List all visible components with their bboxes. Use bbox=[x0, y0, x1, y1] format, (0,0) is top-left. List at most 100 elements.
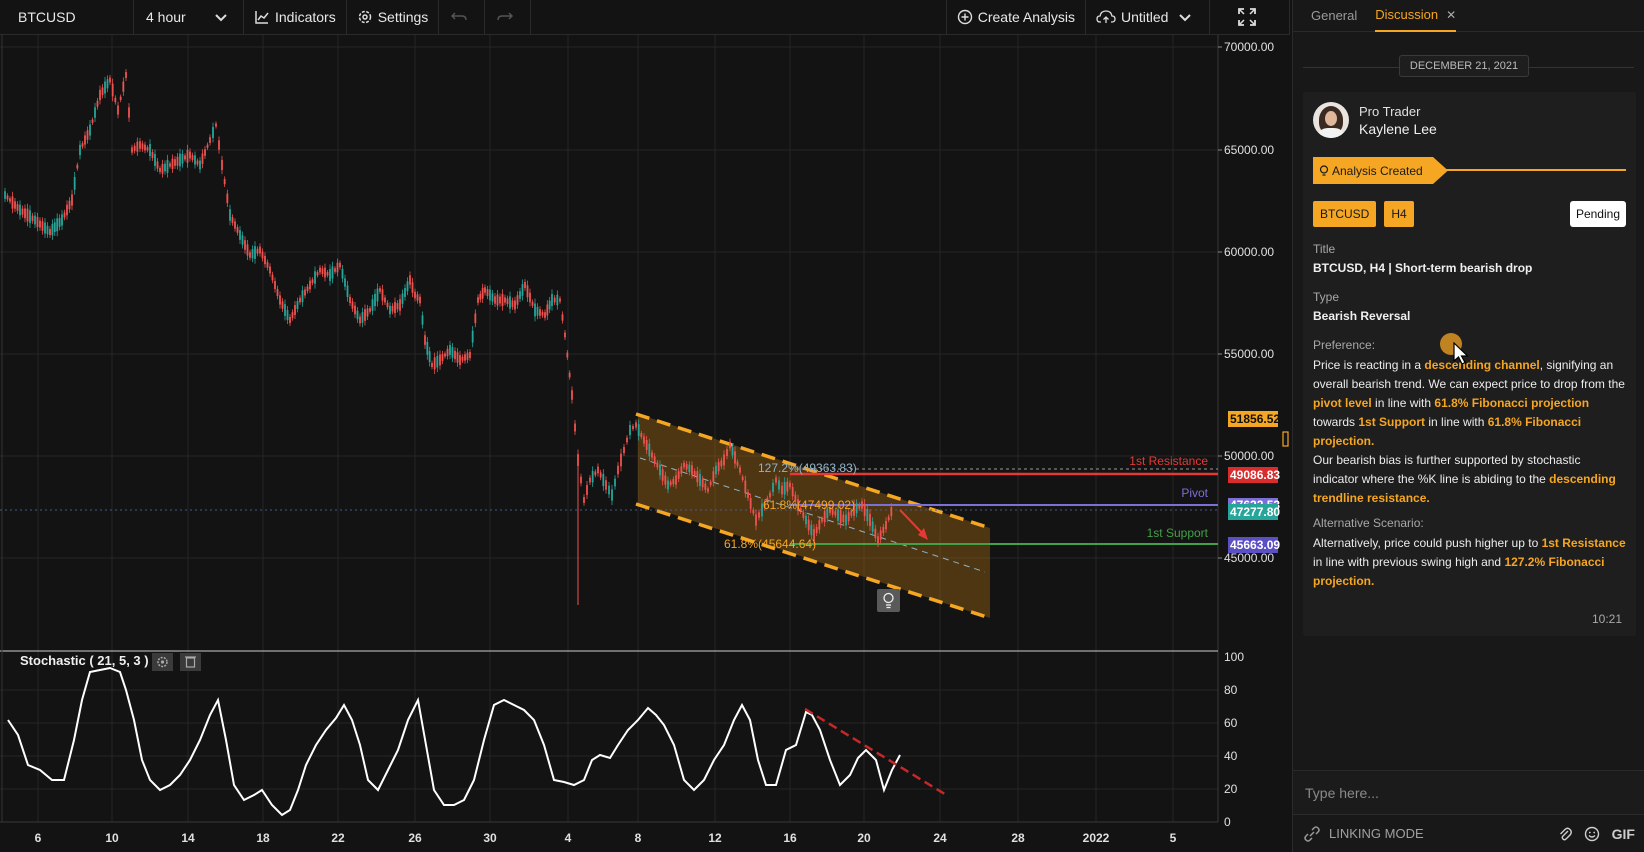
cloud-upload-icon bbox=[1096, 10, 1116, 23]
candle-body bbox=[449, 344, 451, 356]
candle-body bbox=[887, 516, 890, 521]
gif-button[interactable]: GIF bbox=[1612, 826, 1635, 842]
type-label: Type bbox=[1313, 290, 1340, 304]
fullscreen-button[interactable] bbox=[1210, 0, 1290, 34]
idea-marker[interactable] bbox=[877, 589, 900, 612]
redo-button[interactable] bbox=[485, 0, 532, 34]
emoji-icon[interactable] bbox=[1584, 826, 1600, 842]
date-pill: DECEMBER 21, 2021 bbox=[1399, 55, 1529, 77]
candle-body bbox=[294, 305, 296, 315]
candle-body bbox=[111, 83, 114, 97]
date-label: 4 bbox=[565, 831, 572, 845]
candle-body bbox=[464, 354, 466, 361]
candle-body bbox=[645, 439, 648, 451]
candle-body bbox=[206, 144, 209, 148]
tab-general[interactable]: General bbox=[1311, 0, 1357, 32]
linking-mode-toggle[interactable]: LINKING MODE bbox=[1303, 825, 1424, 843]
candle-body bbox=[384, 297, 386, 303]
candle-body bbox=[279, 295, 281, 305]
candle-body bbox=[53, 222, 56, 233]
candle-body bbox=[266, 262, 269, 268]
price-chart[interactable]: 1st Resistance Pivot 1st Support 127.2%(… bbox=[0, 35, 1290, 852]
candle-body bbox=[299, 297, 301, 303]
candle-body bbox=[477, 297, 479, 303]
descending-channel-fill[interactable] bbox=[638, 414, 990, 618]
candle-body bbox=[151, 152, 154, 158]
candle-body bbox=[506, 298, 509, 305]
candle-body bbox=[469, 352, 471, 358]
settings-button[interactable]: Settings bbox=[347, 0, 440, 34]
author-name[interactable]: Kaylene Lee bbox=[1359, 121, 1437, 137]
candle-body bbox=[882, 526, 885, 534]
candle-body bbox=[396, 303, 399, 310]
panel-resize-handle[interactable] bbox=[1282, 431, 1289, 447]
redo-icon bbox=[497, 12, 514, 21]
candle-body bbox=[807, 519, 810, 531]
candle-body bbox=[516, 295, 519, 305]
candle-body bbox=[717, 462, 720, 472]
candle-body bbox=[446, 348, 449, 357]
candle-body bbox=[747, 492, 749, 498]
indicators-button[interactable]: Indicators bbox=[244, 0, 347, 34]
panel-footer: LINKING MODE GIF bbox=[1293, 814, 1644, 852]
candle-body bbox=[653, 456, 656, 464]
candle-body bbox=[374, 293, 376, 307]
candle-body bbox=[11, 196, 14, 209]
candle-body bbox=[251, 249, 254, 259]
candle-body bbox=[254, 246, 256, 259]
candle-body bbox=[24, 208, 26, 219]
time-axis[interactable]: 6 10 14 18 22 26 30 4 8 12 16 20 24 28 2… bbox=[35, 831, 1177, 845]
candle-body bbox=[643, 436, 645, 444]
candle-body bbox=[344, 278, 346, 287]
candle-body bbox=[314, 271, 316, 284]
symbol-selector[interactable]: BTCUSD bbox=[0, 0, 134, 34]
candle-body bbox=[149, 143, 151, 157]
candle-body bbox=[755, 514, 757, 526]
chart-area[interactable]: 1st Resistance Pivot 1st Support 127.2%(… bbox=[0, 35, 1290, 852]
oscillator-axis[interactable]: 100 80 60 40 20 0 bbox=[1224, 650, 1244, 829]
date-label: 6 bbox=[35, 831, 42, 845]
candle-body bbox=[712, 471, 715, 483]
candle-body bbox=[46, 225, 49, 235]
candle-body bbox=[815, 526, 818, 534]
candle-body bbox=[356, 310, 359, 320]
candle-body bbox=[847, 512, 850, 522]
candle-body bbox=[546, 304, 549, 316]
candle-body bbox=[334, 268, 336, 272]
candle-body bbox=[608, 485, 610, 495]
candle-body bbox=[433, 357, 436, 370]
message-input[interactable] bbox=[1293, 771, 1644, 815]
candle-body bbox=[176, 156, 179, 166]
settings-label: Settings bbox=[377, 9, 429, 25]
candle-body bbox=[783, 482, 786, 495]
candle-body bbox=[871, 521, 874, 532]
candle-body bbox=[244, 240, 246, 250]
alternative-label: Alternative Scenario: bbox=[1313, 516, 1424, 530]
candle-body bbox=[786, 481, 789, 492]
price-axis[interactable]: 70000.00 65000.00 60000.00 55000.00 5000… bbox=[1218, 40, 1274, 565]
candle-body bbox=[76, 164, 79, 169]
undo-button[interactable] bbox=[439, 0, 486, 34]
lightbulb-icon bbox=[1319, 164, 1329, 176]
candle-body bbox=[324, 267, 326, 278]
avatar[interactable] bbox=[1313, 102, 1349, 138]
paperclip-icon[interactable] bbox=[1558, 826, 1572, 842]
candle-body bbox=[471, 330, 474, 343]
candle-body bbox=[704, 483, 707, 490]
candle-body bbox=[246, 244, 249, 256]
candle-body bbox=[529, 292, 531, 303]
candle-body bbox=[454, 350, 456, 360]
candle-body bbox=[564, 332, 566, 338]
candle-body bbox=[524, 282, 526, 288]
layout-dropdown[interactable]: Untitled bbox=[1086, 0, 1210, 34]
candle-body bbox=[536, 306, 539, 316]
create-analysis-button[interactable]: Create Analysis bbox=[947, 0, 1086, 34]
candle-body bbox=[461, 356, 464, 361]
candle-body bbox=[321, 268, 324, 275]
candle-body bbox=[366, 308, 369, 317]
candle-body bbox=[553, 297, 556, 303]
close-icon[interactable]: ✕ bbox=[1446, 8, 1456, 22]
indicator-delete-button[interactable] bbox=[180, 653, 201, 671]
interval-dropdown[interactable]: 4 hour bbox=[134, 0, 244, 34]
tab-discussion[interactable]: Discussion ✕ bbox=[1375, 0, 1457, 32]
